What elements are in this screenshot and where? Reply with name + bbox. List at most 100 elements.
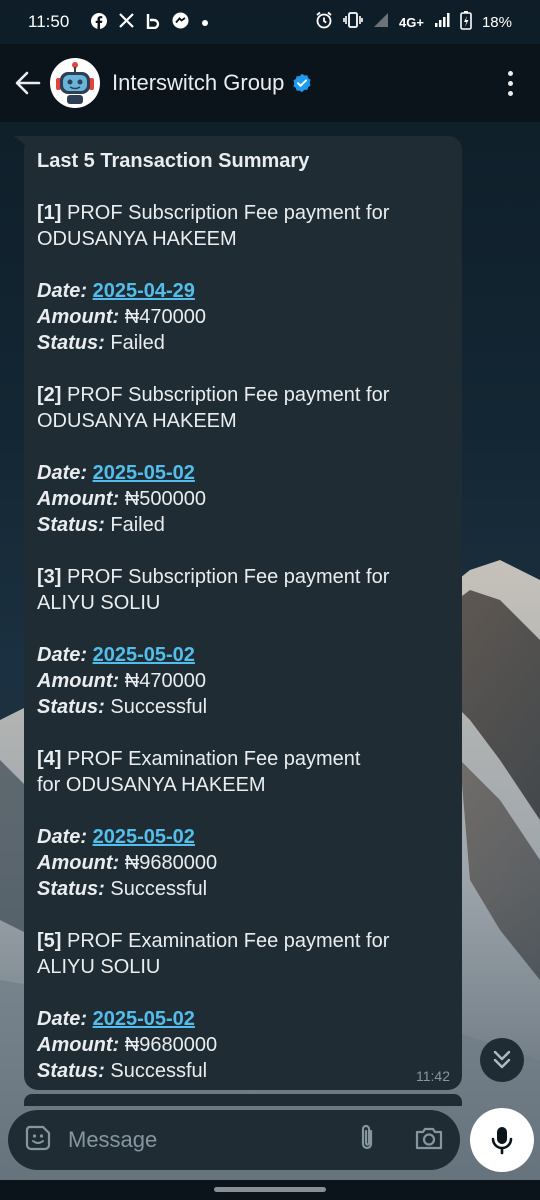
more-options-button[interactable] (498, 63, 522, 103)
sticker-button[interactable] (24, 1124, 52, 1157)
transaction-description: PROF Examination Fee payment for ODUSANY… (37, 748, 361, 796)
battery-charging-icon (460, 10, 472, 34)
scroll-to-bottom-button[interactable] (480, 1038, 524, 1082)
transaction-entry: [2] PROF Subscription Fee payment for OD… (37, 382, 448, 434)
transaction-details: Date: 2025-04-29 Amount: ₦470000 Status:… (37, 278, 448, 356)
transaction-index: [5] (37, 930, 62, 952)
gesture-handle[interactable] (214, 1187, 326, 1192)
status-label: Status: (37, 1060, 105, 1082)
kebab-dot (507, 80, 513, 86)
robot-icon (56, 62, 94, 104)
next-message-bubble[interactable] (24, 1094, 462, 1106)
transaction-index: [2] (37, 384, 62, 406)
signal-icon-sim1 (373, 12, 389, 32)
transaction-description-line: [3] PROF Subscription Fee payment for AL… (37, 564, 448, 616)
date-link[interactable]: 2025-05-02 (93, 644, 195, 666)
kebab-dot (507, 90, 513, 96)
status-label: Status: (37, 332, 105, 354)
message-bubble[interactable]: Last 5 Transaction Summary [1] PROF Subs… (24, 136, 462, 1090)
status-value: Failed (110, 514, 165, 536)
amount-value: ₦9680000 (124, 1034, 218, 1056)
transaction-description-line: [5] PROF Examination Fee payment for ALI… (37, 928, 448, 980)
transaction-index: [1] (37, 202, 62, 224)
transaction-description: PROF Subscription Fee payment for ODUSAN… (37, 202, 390, 250)
network-type: 4G+ (399, 14, 424, 30)
paperclip-icon (361, 1124, 373, 1149)
composer-actions (356, 1123, 444, 1158)
message-timestamp: 11:42 (416, 1068, 450, 1084)
camera-icon (415, 1127, 443, 1149)
sticker-icon (25, 1125, 51, 1150)
back-arrow-icon (15, 71, 41, 95)
status-label: Status: (37, 696, 105, 718)
amount-value: ₦9680000 (124, 852, 218, 874)
amount-label: Amount: (37, 306, 120, 328)
amount-label: Amount: (37, 1034, 120, 1056)
contact-name[interactable]: Interswitch Group (112, 70, 312, 96)
facebook-icon (91, 12, 108, 32)
status-label: Status: (37, 514, 105, 536)
double-chevron-down-icon (493, 1050, 511, 1069)
date-label: Date: (37, 644, 88, 666)
transaction-entry: [5] PROF Examination Fee payment for ALI… (37, 928, 448, 980)
transaction-details: Date: 2025-05-02 Amount: ₦9680000 Status… (37, 824, 448, 902)
amount-value: ₦470000 (124, 306, 206, 328)
transaction-description-line: [2] PROF Subscription Fee payment for OD… (37, 382, 448, 434)
status-value: Successful (110, 696, 208, 718)
kebab-dot (507, 70, 513, 76)
notification-icons (91, 12, 209, 32)
transaction-description: PROF Subscription Fee payment for ODUSAN… (37, 384, 390, 432)
message-text: Last 5 Transaction Summary [1] PROF Subs… (37, 148, 448, 1084)
amount-label: Amount: (37, 488, 120, 510)
date-link[interactable]: 2025-05-02 (93, 462, 195, 484)
message-heading: Last 5 Transaction Summary (37, 150, 310, 172)
camera-button[interactable] (414, 1125, 444, 1156)
more-notifications-dot (201, 14, 209, 30)
transaction-entry: [3] PROF Subscription Fee payment for AL… (37, 564, 448, 616)
verified-badge-icon (293, 73, 312, 93)
status-value: Successful (110, 878, 208, 900)
contact-title: Interswitch Group (112, 70, 285, 95)
date-link[interactable]: 2025-05-02 (93, 826, 195, 848)
status-label: Status: (37, 878, 105, 900)
message-input[interactable]: Message (68, 1127, 157, 1153)
contact-avatar[interactable] (50, 58, 100, 108)
battery-level: 18% (481, 13, 512, 31)
transaction-description: PROF Subscription Fee payment for ALIYU … (37, 566, 390, 614)
transaction-entry: [4] PROF Examination Fee payment for ODU… (37, 746, 377, 798)
back-button[interactable] (6, 61, 50, 105)
date-link[interactable]: 2025-05-02 (93, 1008, 195, 1030)
transaction-index: [3] (37, 566, 62, 588)
status-value: Successful (110, 1060, 208, 1082)
transaction-details: Date: 2025-05-02 Amount: ₦500000 Status:… (37, 460, 448, 538)
amount-value: ₦500000 (124, 488, 206, 510)
microphone-icon (491, 1127, 513, 1155)
transaction-description-line: [4] PROF Examination Fee payment for ODU… (37, 746, 377, 798)
transaction-description: PROF Examination Fee payment for ALIYU S… (37, 930, 390, 978)
alarm-icon (315, 11, 333, 33)
amount-label: Amount: (37, 852, 120, 874)
transaction-details: Date: 2025-05-02 Amount: ₦9680000 Status… (37, 1006, 448, 1084)
transaction-index: [4] (37, 748, 62, 770)
signal-icon-sim2 (434, 12, 450, 32)
status-time: 11:50 (28, 12, 70, 31)
x-icon (119, 13, 135, 31)
transaction-entry: [1] PROF Subscription Fee payment for OD… (37, 200, 448, 252)
b-icon (146, 13, 160, 32)
voice-message-button[interactable] (470, 1108, 534, 1172)
attach-button[interactable] (356, 1123, 378, 1158)
date-link[interactable]: 2025-04-29 (93, 280, 195, 302)
date-label: Date: (37, 1008, 88, 1030)
transaction-description-line: [1] PROF Subscription Fee payment for OD… (37, 200, 448, 252)
status-value: Failed (110, 332, 165, 354)
message-composer[interactable]: Message (8, 1110, 460, 1170)
amount-value: ₦470000 (124, 670, 206, 692)
transaction-details: Date: 2025-05-02 Amount: ₦470000 Status:… (37, 642, 448, 720)
date-label: Date: (37, 462, 88, 484)
date-label: Date: (37, 280, 88, 302)
messenger-icon (172, 12, 189, 32)
system-status-icons: 4G+ 18% (315, 10, 512, 34)
status-bar: 11:50 4G+ 18% (0, 0, 540, 44)
amount-label: Amount: (37, 670, 120, 692)
chat-header: Interswitch Group (0, 44, 540, 122)
